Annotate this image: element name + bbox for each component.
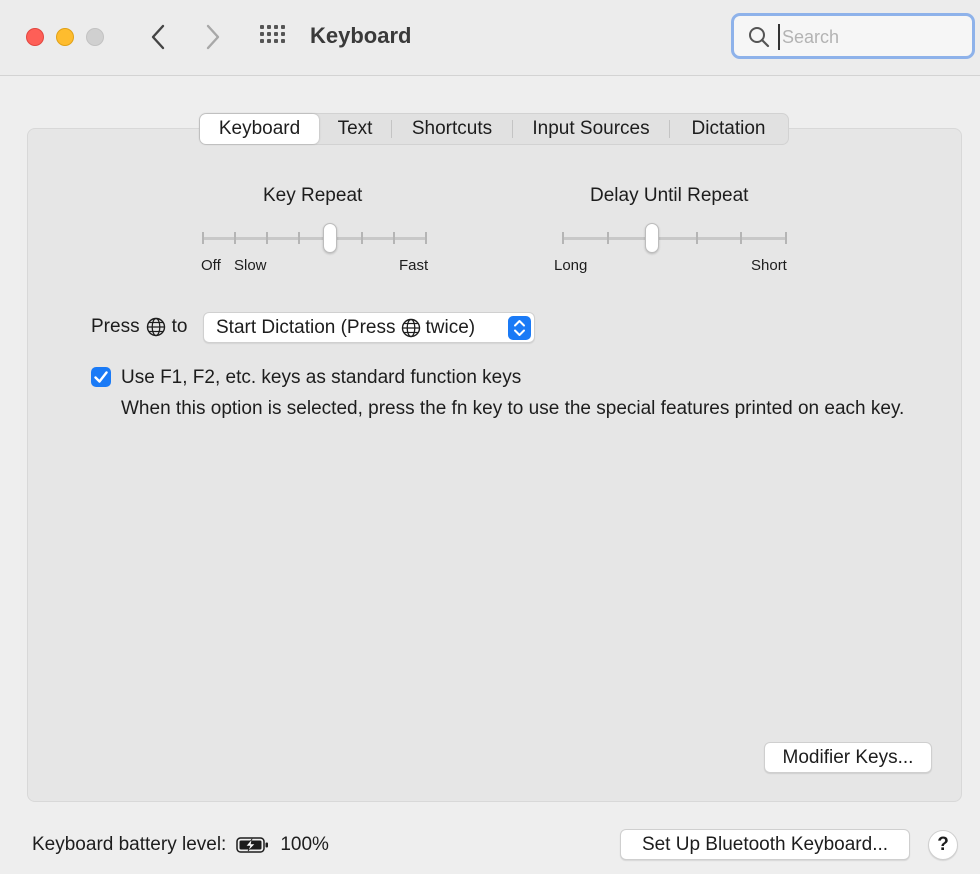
key-repeat-tick [425, 232, 427, 244]
key-repeat-thumb[interactable] [323, 223, 338, 253]
show-all-button[interactable] [258, 24, 290, 50]
setup-bluetooth-keyboard-button[interactable]: Set Up Bluetooth Keyboard... [620, 829, 910, 860]
delay-until-repeat-tick [740, 232, 743, 244]
delay-label-long: Long [554, 257, 588, 274]
key-repeat-tick [202, 232, 204, 244]
grid-icon [260, 25, 285, 43]
delay-until-repeat-tick [606, 232, 609, 244]
tab-input-sources[interactable]: Input Sources [513, 114, 669, 144]
back-button[interactable] [143, 22, 173, 52]
function-keys-description: When this option is selected, press the … [121, 398, 905, 419]
updown-chevron-icon [514, 320, 525, 336]
tab-text[interactable]: Text [319, 114, 391, 144]
delay-label-short: Short [751, 257, 787, 274]
search-input[interactable] [778, 24, 963, 50]
globe-icon [146, 317, 165, 337]
tab-dictation[interactable]: Dictation [670, 114, 787, 144]
search-field[interactable] [731, 13, 975, 59]
keyboard-settings-panel [27, 128, 962, 802]
key-repeat-slider[interactable] [200, 222, 430, 256]
window-title: Keyboard [310, 23, 412, 48]
function-keys-checkbox[interactable] [91, 367, 111, 387]
delay-until-repeat-tick [785, 232, 787, 244]
tab-shortcuts[interactable]: Shortcuts [392, 114, 512, 144]
select-stepper [508, 316, 531, 340]
chevron-left-icon [151, 24, 165, 50]
battery-level-row: Keyboard battery level: 100% [32, 834, 329, 856]
close-window-button[interactable] [26, 28, 44, 46]
selected-option-prefix: Start Dictation (Press [216, 317, 396, 338]
globe-key-selected-option: Start Dictation (Press twice) [216, 317, 475, 339]
key-repeat-tick [297, 232, 300, 244]
delay-until-repeat-tick [695, 232, 698, 244]
chevron-right-icon [206, 24, 220, 50]
tab-keyboard[interactable]: Keyboard [200, 114, 319, 144]
forward-button[interactable] [198, 22, 228, 52]
checkmark-icon [94, 371, 108, 383]
function-keys-label[interactable]: Use F1, F2, etc. keys as standard functi… [121, 367, 521, 389]
delay-until-repeat-slider[interactable] [560, 222, 790, 256]
delay-until-repeat-tick [562, 232, 564, 244]
globe-icon [401, 318, 420, 338]
zoom-window-button [86, 28, 104, 46]
press-label-suffix: to [171, 316, 188, 337]
battery-charging-icon [236, 837, 269, 853]
key-repeat-label-fast: Fast [399, 257, 429, 274]
tab-bar: Keyboard Text Shortcuts Input Sources Di… [199, 113, 789, 145]
key-repeat-label-slow: Slow [234, 257, 267, 274]
key-repeat-label-off: Off [201, 257, 221, 274]
minimize-window-button[interactable] [56, 28, 74, 46]
key-repeat-tick [233, 232, 236, 244]
selected-option-suffix: twice) [425, 317, 476, 338]
delay-until-repeat-thumb[interactable] [645, 223, 660, 253]
title-bar: Keyboard [0, 0, 980, 76]
press-label-prefix: Press [91, 316, 140, 337]
battery-label: Keyboard battery level: [32, 834, 227, 855]
delay-until-repeat-track [563, 237, 786, 240]
key-repeat-tick [393, 232, 396, 244]
delay-until-repeat-title: Delay Until Repeat [590, 185, 749, 206]
help-button[interactable]: ? [928, 830, 958, 860]
battery-value: 100% [280, 834, 329, 855]
key-repeat-tick [265, 232, 268, 244]
press-globe-label: Press to [91, 316, 187, 338]
key-repeat-title: Key Repeat [263, 185, 363, 206]
modifier-keys-button[interactable]: Modifier Keys... [764, 742, 932, 773]
globe-key-action-select[interactable]: Start Dictation (Press twice) [203, 312, 535, 343]
key-repeat-tick [361, 232, 364, 244]
search-icon [749, 27, 770, 48]
